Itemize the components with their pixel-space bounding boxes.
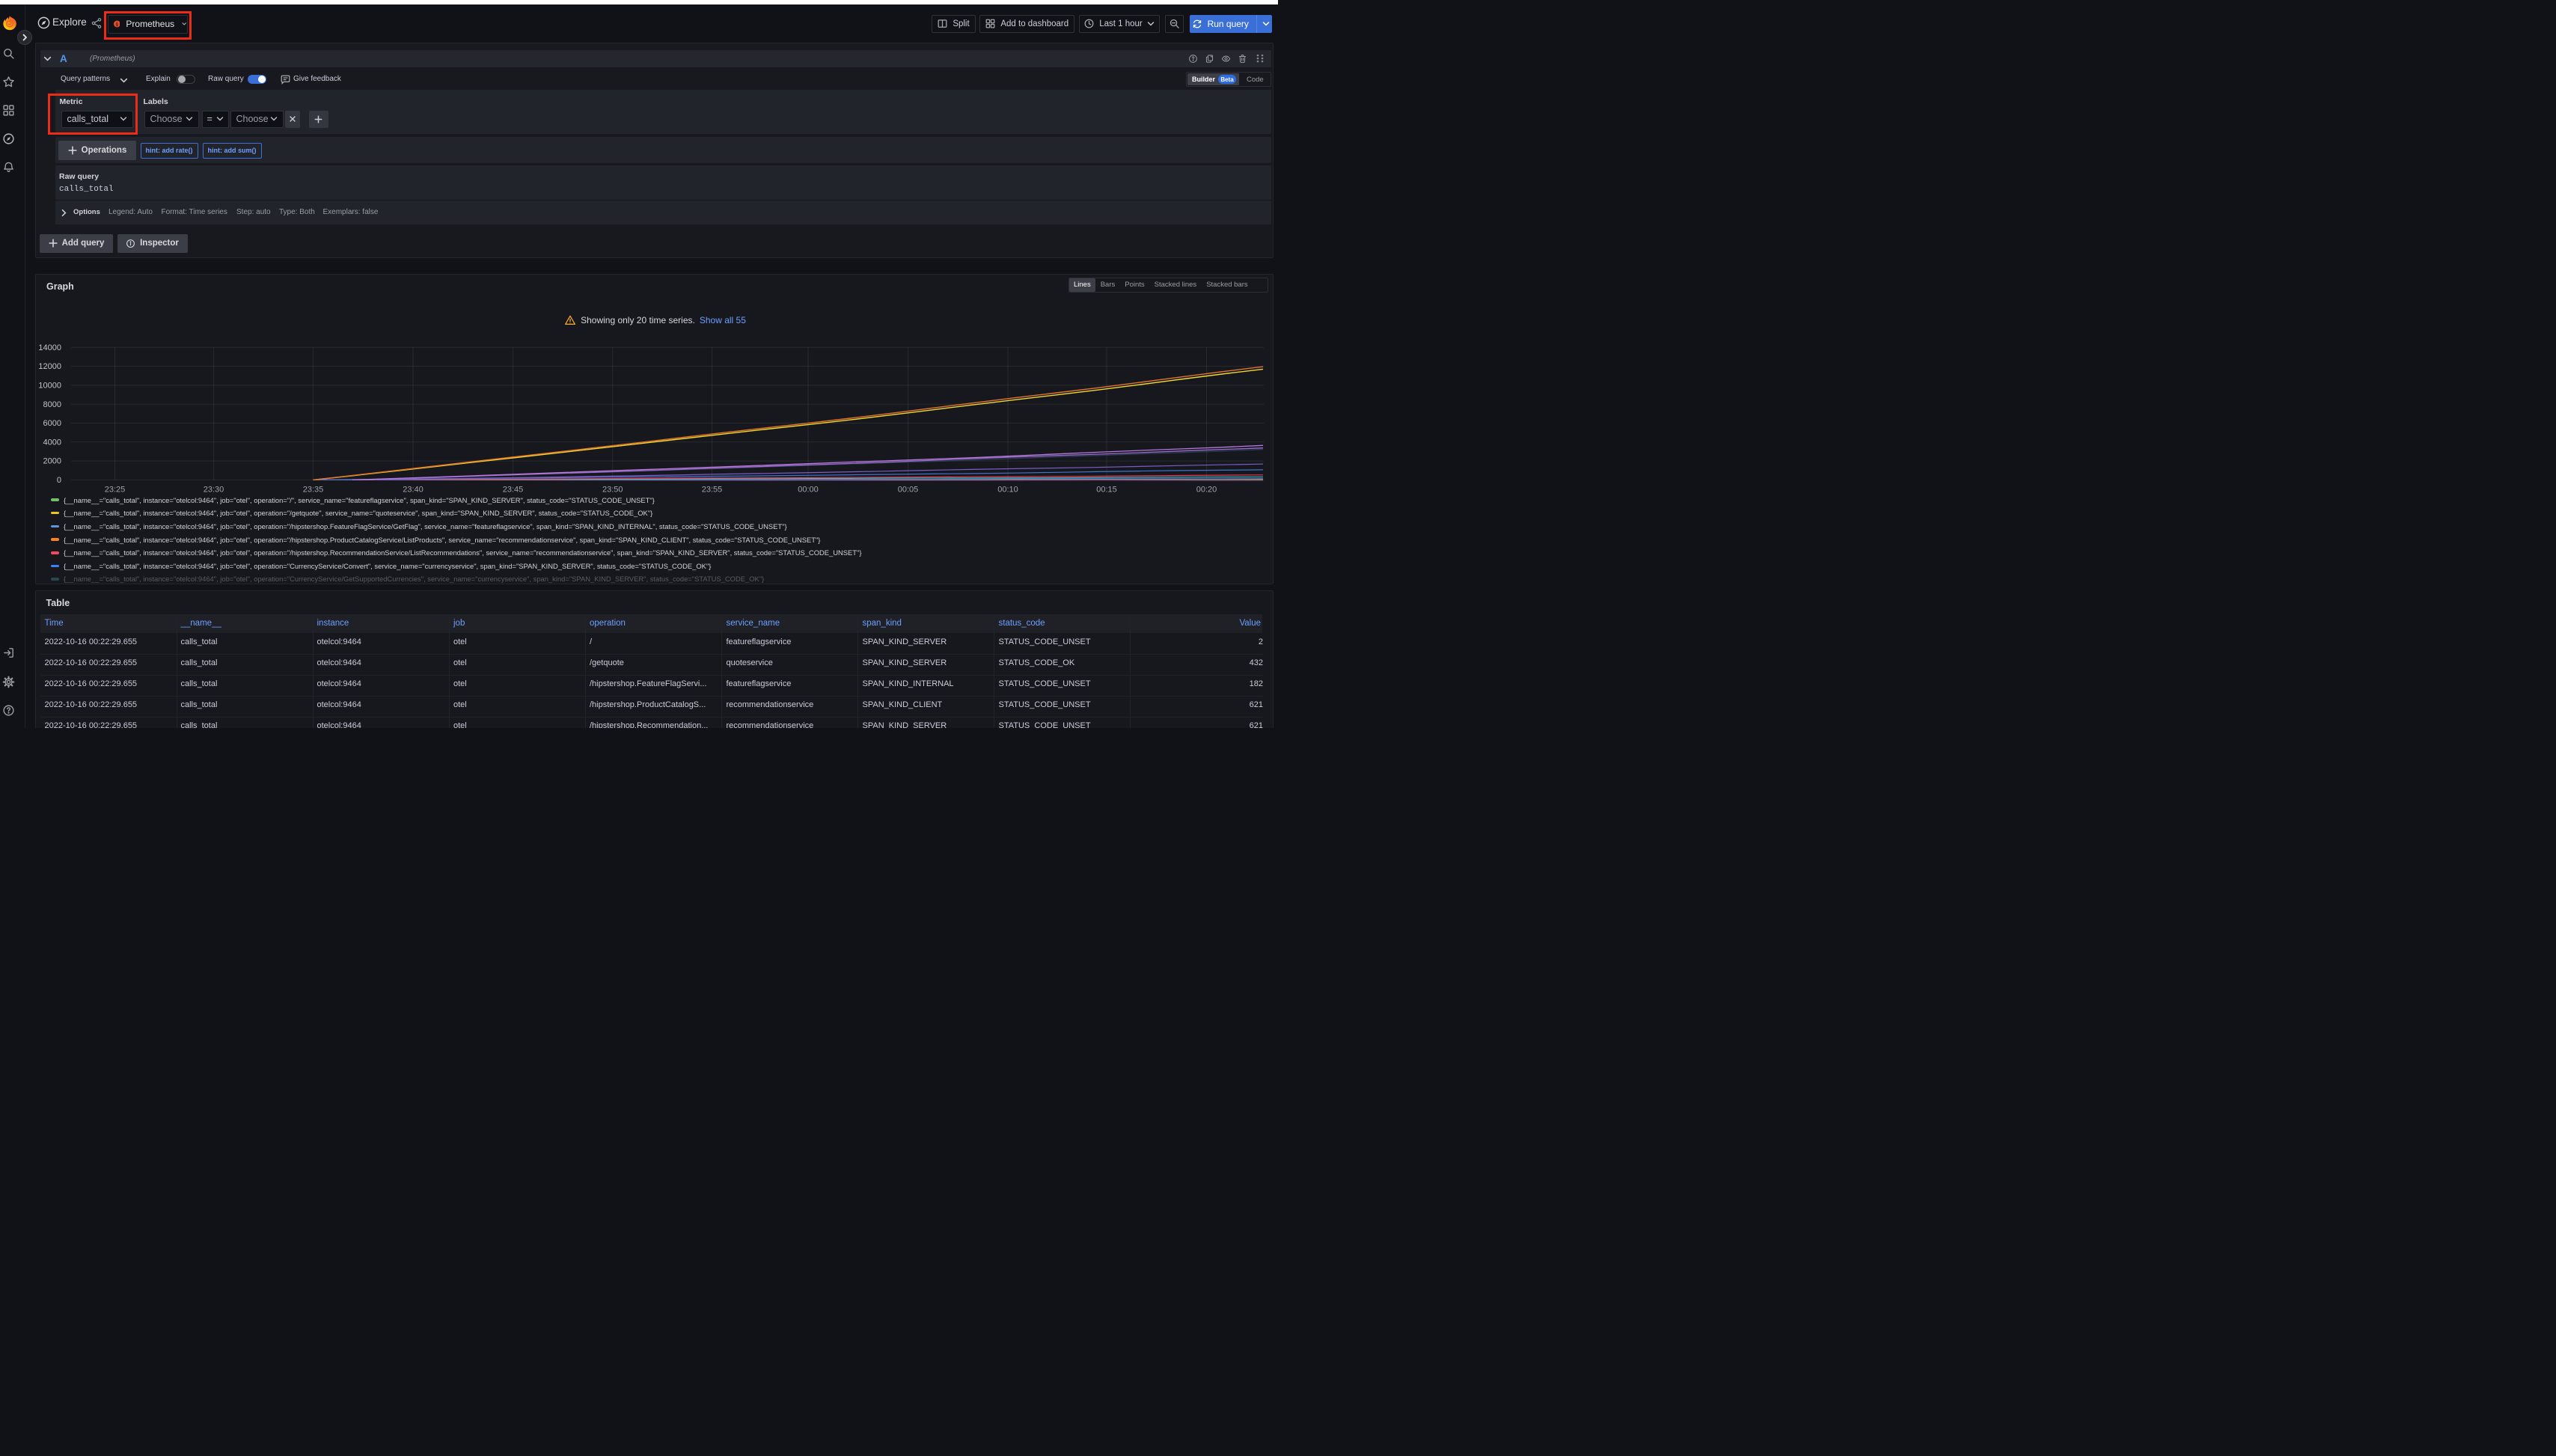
svg-text:23:25: 23:25 — [105, 486, 126, 495]
svg-text:23:55: 23:55 — [702, 486, 723, 495]
svg-text:10000: 10000 — [38, 382, 61, 391]
svg-text:23:30: 23:30 — [204, 486, 224, 495]
svg-text:8000: 8000 — [43, 400, 61, 409]
svg-text:00:05: 00:05 — [898, 486, 919, 495]
svg-text:23:45: 23:45 — [503, 486, 524, 495]
svg-text:2000: 2000 — [43, 457, 61, 466]
svg-text:12000: 12000 — [38, 362, 61, 371]
svg-text:00:00: 00:00 — [798, 486, 819, 495]
svg-text:6000: 6000 — [43, 419, 61, 428]
svg-text:00:20: 00:20 — [1196, 486, 1217, 495]
svg-text:4000: 4000 — [43, 438, 61, 447]
svg-text:00:15: 00:15 — [1096, 486, 1117, 495]
svg-text:00:10: 00:10 — [997, 486, 1018, 495]
svg-text:14000: 14000 — [38, 343, 61, 352]
svg-text:23:40: 23:40 — [403, 486, 424, 495]
svg-text:23:35: 23:35 — [303, 486, 324, 495]
svg-text:23:50: 23:50 — [602, 486, 623, 495]
svg-text:0: 0 — [57, 476, 61, 485]
